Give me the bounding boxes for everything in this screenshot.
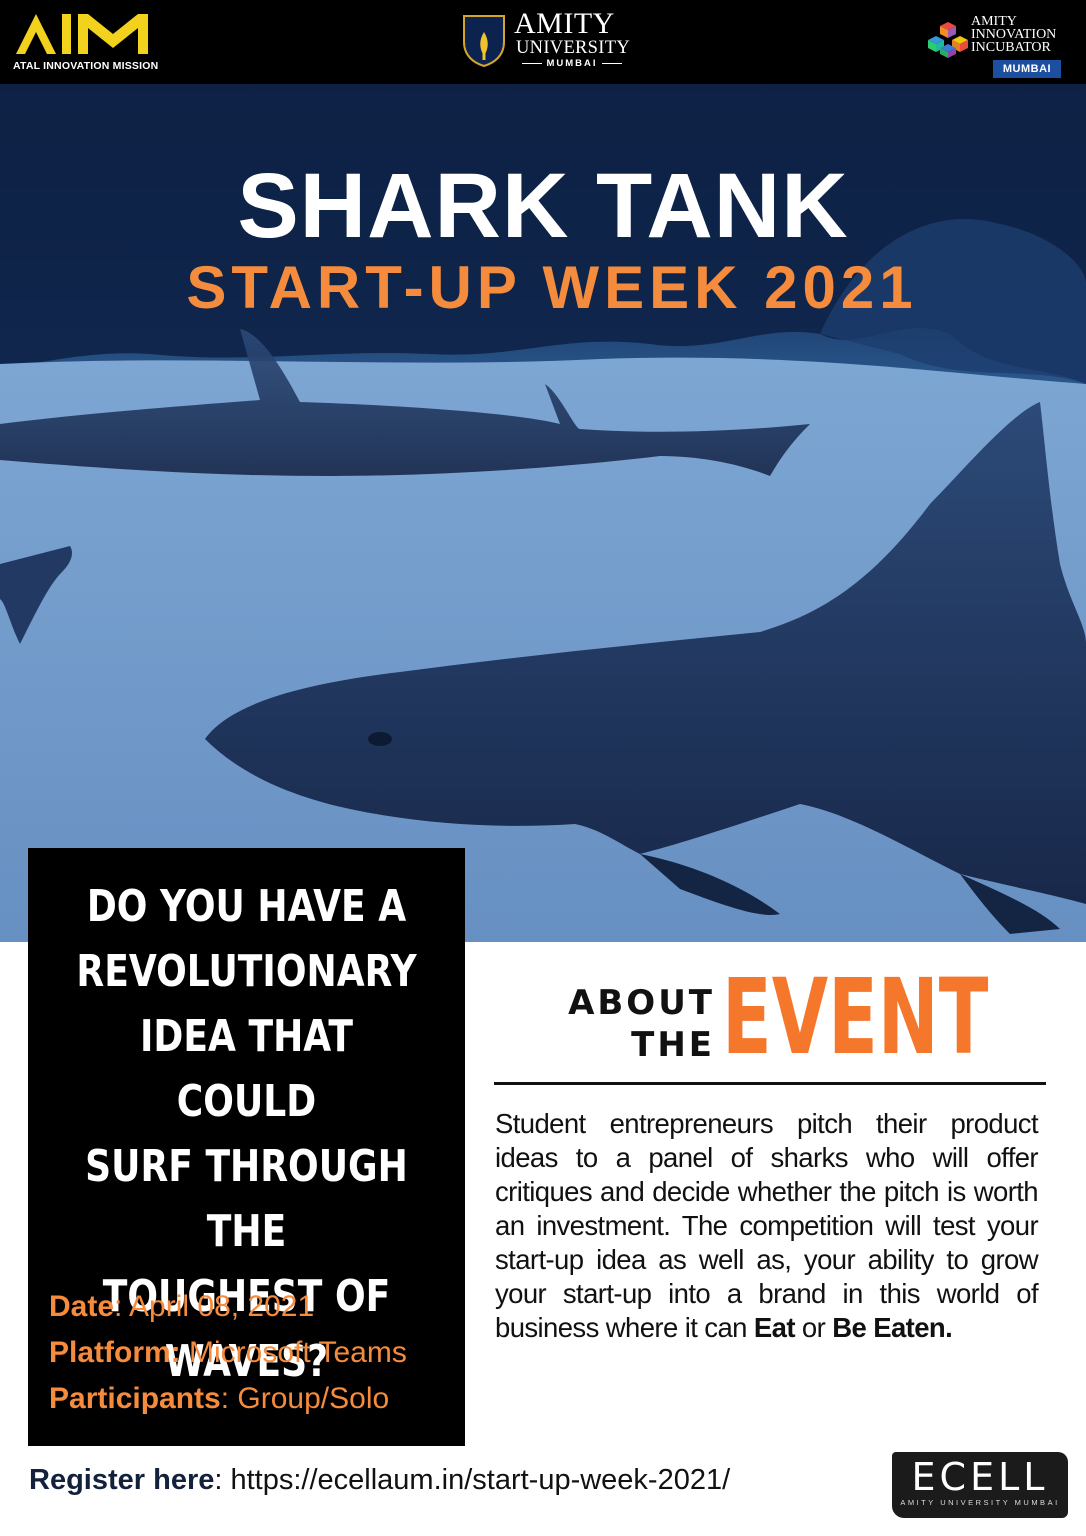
hero-title: SHARK TANK [237, 155, 849, 257]
question-box: DO YOU HAVE A REVOLUTIONARY IDEA THAT CO… [28, 848, 465, 1446]
detail-platform: Platform: Microsoft Teams [49, 1330, 407, 1376]
about-heading-big: EVENT [722, 956, 989, 1078]
incubator-line-3: INCUBATOR [971, 40, 1051, 55]
aim-logo-mark [16, 14, 148, 54]
detail-participants: Participants: Group/Solo [49, 1376, 407, 1422]
logo-bar: ATAL INNOVATION MISSION AMITY UNIVERSITY… [0, 0, 1086, 84]
about-heading-small: ABOUT THE [560, 982, 715, 1066]
ecell-logo-subtitle: AMITY UNIVERSITY MUMBAI [900, 1498, 1060, 1507]
amity-logo-city: MUMBAI [516, 58, 628, 69]
cube-cluster-icon [928, 22, 968, 58]
about-divider [494, 1082, 1046, 1085]
question-line: IDEA THAT COULD [139, 1011, 354, 1127]
amity-logo-city-text: MUMBAI [546, 58, 598, 69]
amity-crest-icon [463, 15, 505, 68]
register-link[interactable]: : https://ecellaum.in/start-up-week-2021… [214, 1464, 730, 1496]
about-heading-word-2: THE [631, 1025, 715, 1065]
detail-date-label: Date [49, 1290, 115, 1323]
question-line: DO YOU HAVE A [86, 881, 407, 932]
ecell-logo: ECELL AMITY UNIVERSITY MUMBAI [892, 1452, 1068, 1518]
amity-logo-university: UNIVERSITY [516, 38, 630, 58]
detail-participants-value: : Group/Solo [220, 1382, 390, 1415]
detail-platform-label: Platform: [49, 1336, 181, 1369]
detail-participants-label: Participants [49, 1382, 221, 1415]
register-line: Register here: https://ecellaum.in/start… [29, 1464, 730, 1497]
about-body: Student entrepreneurs pitch their produc… [495, 1107, 1039, 1345]
question-line: REVOLUTIONARY [76, 946, 417, 997]
about-body-bold-eat: Eat [753, 1312, 796, 1343]
about-heading-word-1: ABOUT [568, 983, 715, 1023]
event-details: Date: April 08, 2021 Platform: Microsoft… [49, 1284, 407, 1422]
about-body-text: Student entrepreneurs pitch their produc… [495, 1108, 1039, 1343]
detail-date: Date: April 08, 2021 [49, 1284, 407, 1330]
question-line: SURF THROUGH THE [85, 1141, 408, 1257]
about-body-bold-eaten: Be Eaten. [832, 1312, 953, 1343]
incubator-logo-text: AMITY INNOVATION INCUBATOR [971, 15, 1056, 55]
detail-platform-value: Microsoft Teams [180, 1336, 407, 1369]
about-body-or: or [794, 1312, 833, 1343]
hero-shark-photo: SHARK TANK START-UP WEEK 2021 [0, 84, 1086, 942]
register-label: Register here [29, 1464, 215, 1496]
incubator-badge: MUMBAI [993, 60, 1061, 78]
hero-subtitle: START-UP WEEK 2021 [186, 254, 918, 321]
aim-logo-subtitle: ATAL INNOVATION MISSION [13, 60, 159, 72]
ecell-logo-word: ECELL [911, 1455, 1049, 1499]
amity-logo-name: AMITY [514, 7, 615, 40]
detail-date-value: : April 08, 2021 [114, 1290, 315, 1323]
